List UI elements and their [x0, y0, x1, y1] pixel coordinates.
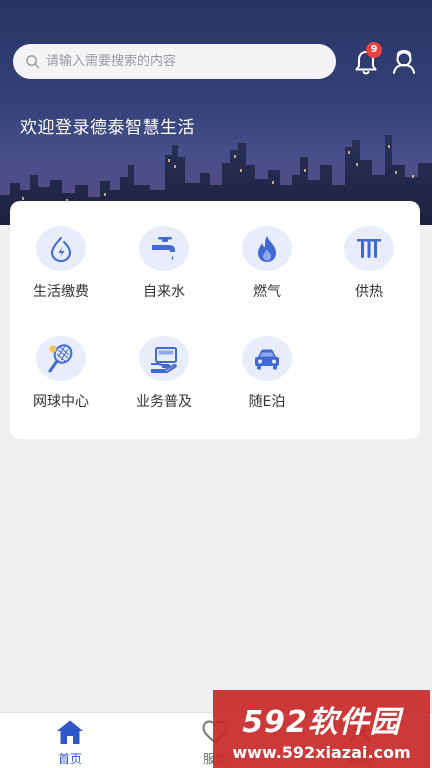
service-tennis-center[interactable]: 网球中心: [11, 311, 111, 411]
search-bar[interactable]: [13, 44, 336, 79]
service-water[interactable]: 自来水: [114, 201, 214, 301]
services-card: 生活缴费 自来水 燃气 供热 网球中心 业务普及 随E泊: [10, 201, 420, 439]
tab-home[interactable]: 首页: [25, 713, 115, 768]
home-icon: [55, 719, 85, 747]
tab-label: 首页: [57, 752, 82, 766]
lightning-drop-icon: [36, 226, 86, 271]
service-parking[interactable]: 随E泊: [217, 311, 317, 411]
service-heating[interactable]: 供热: [319, 201, 419, 301]
service-business-info[interactable]: 业务普及: [114, 311, 214, 411]
watermark-url: www.592xiazai.com: [232, 742, 411, 762]
service-label: 供热: [355, 284, 383, 300]
notification-badge: 9: [366, 42, 382, 58]
tennis-racket-icon: [36, 336, 86, 381]
faucet-icon: [139, 226, 189, 271]
monitor-hand-icon: [139, 336, 189, 381]
watermark-logo: 592软件园 www.592xiazai.com: [213, 690, 430, 768]
header-banner: 9 欢迎登录德泰智慧生活: [0, 0, 432, 225]
service-label: 自来水: [143, 284, 185, 300]
service-label: 网球中心: [33, 394, 89, 410]
service-label: 生活缴费: [33, 284, 89, 300]
search-input[interactable]: [46, 54, 336, 69]
welcome-text: 欢迎登录德泰智慧生活: [20, 118, 195, 138]
radiator-icon: [344, 226, 394, 271]
service-label: 业务普及: [136, 394, 192, 410]
watermark-logo-text: 592软件园: [242, 704, 401, 740]
customer-service-icon[interactable]: [391, 48, 417, 76]
service-gas[interactable]: 燃气: [217, 201, 317, 301]
service-life-payment[interactable]: 生活缴费: [11, 201, 111, 301]
flame-icon: [242, 226, 292, 271]
search-icon: [25, 54, 40, 69]
service-label: 燃气: [253, 284, 281, 300]
car-icon: [242, 336, 292, 381]
service-label: 随E泊: [248, 394, 286, 410]
